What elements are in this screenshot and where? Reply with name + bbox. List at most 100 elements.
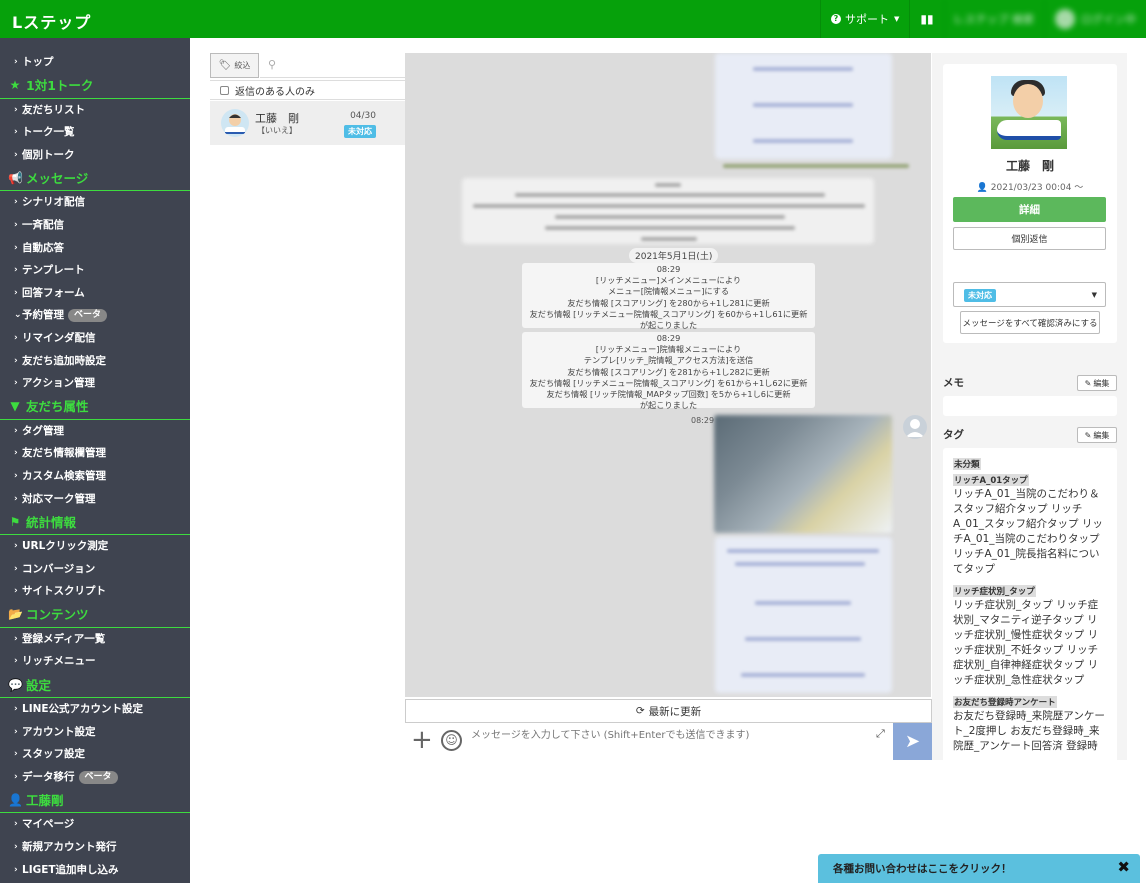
expand-icon[interactable]: ⤢ — [876, 727, 885, 741]
status-select[interactable]: 未対応 ▼ — [953, 282, 1106, 307]
send-button[interactable]: ➤ — [893, 723, 932, 760]
friend-last-date: 04/30 — [350, 111, 376, 121]
tag-category: リッチA_01タップ — [953, 474, 1029, 486]
sidebar-item[interactable]: › タグ管理 — [0, 420, 190, 443]
chevron-right-icon: › — [14, 749, 18, 760]
account-switch[interactable]: L-ステップ 検索 — [943, 0, 1044, 38]
tag-icon: 🏷 — [218, 60, 232, 71]
sidebar-item[interactable]: › 友だちリスト — [0, 99, 190, 122]
sidebar-item[interactable]: › LINE公式アカウント設定 — [0, 698, 190, 721]
sidebar-item[interactable]: › 回答フォーム — [0, 282, 190, 305]
system-message-line: 友だち情報 [スコアリング] を280から+1し281に更新 — [567, 297, 770, 308]
system-message-line: [リッチメニュー]院情報メニューにより — [595, 344, 742, 355]
account-label: L-ステップ 検索 — [954, 13, 1034, 26]
chevron-right-icon: › — [14, 355, 18, 366]
chevron-right-icon: › — [14, 287, 18, 298]
chat-area[interactable]: 2021年5月1日(土) 08:29 [リッチメニュー]メインメニューにより メニュ… — [405, 53, 931, 697]
registered-date-text: 2021/03/23 00:04 〜 — [990, 183, 1084, 193]
sidebar-item[interactable]: › スタッフ設定 — [0, 743, 190, 766]
sidebar-item[interactable]: ⌄ 予約管理 ベータ — [0, 304, 190, 327]
chevron-right-icon: › — [14, 633, 18, 644]
chevron-right-icon: › — [14, 104, 18, 115]
tag-list: リッチ症状別_タップ リッチ症状別_マタニティ逆子タップ リッチ症状別_慢性症状… — [953, 599, 1099, 686]
system-message-line: 友だち情報 [スコアリング] を281から+1し282に更新 — [567, 366, 770, 377]
sidebar-item-label: スタッフ設定 — [22, 748, 85, 761]
sidebar-item[interactable]: › URLクリック測定 — [0, 535, 190, 558]
sidebar-item[interactable]: › カスタム検索管理 — [0, 465, 190, 488]
section-icon: ▼ — [10, 399, 20, 414]
memo-edit-button[interactable]: ✎ 編集 — [1077, 375, 1117, 391]
refresh-button[interactable]: ⟳ 最新に更新 — [405, 699, 932, 723]
chevron-right-icon: › — [14, 242, 18, 253]
sidebar-item-label: 友だち属性 — [26, 399, 89, 415]
sidebar-item-label: テンプレート — [22, 264, 85, 277]
sidebar-item[interactable]: › 友だち情報欄管理 — [0, 442, 190, 465]
close-icon[interactable]: ✖ — [1117, 858, 1130, 876]
app-logo[interactable]: Lステップ — [12, 9, 91, 33]
user-label: ログイン中 — [1081, 13, 1136, 26]
sidebar-item[interactable]: › LIGET追加申し込み — [0, 859, 190, 882]
sidebar-item[interactable]: › シナリオ配信 — [0, 191, 190, 214]
user-menu[interactable]: ログイン中 — [1044, 0, 1146, 38]
detail-button[interactable]: 詳細 — [953, 197, 1106, 222]
sidebar-item[interactable]: › トーク一覧 — [0, 121, 190, 144]
system-message-line: が起こりました — [639, 320, 698, 331]
system-message-line: [リッチメニュー]メインメニューにより — [595, 275, 742, 286]
emoji-icon[interactable]: ☺ — [441, 730, 462, 751]
sidebar-item[interactable]: › 自動応答 — [0, 237, 190, 260]
section-icon: 📂 — [8, 607, 23, 622]
sidebar: › トップ ★ 1対1トーク › 友だちリスト › トーク一覧 › 個別トーク 📢 メッセージ › シナリ… — [0, 38, 190, 883]
sidebar-item[interactable]: › リマインダ配信 — [0, 327, 190, 350]
sidebar-item[interactable]: › コンバージョン — [0, 558, 190, 581]
sidebar-item-label: アカウント設定 — [22, 725, 96, 738]
search-input[interactable]: ⚲ — [260, 53, 405, 78]
reply-only-filter[interactable]: 返信のある人のみ — [210, 80, 405, 100]
blurred-text — [545, 226, 795, 230]
tag-edit-button[interactable]: ✎ 編集 — [1077, 427, 1117, 443]
mark-all-read-button[interactable]: メッセージをすべて確認済みにする — [960, 311, 1100, 334]
system-message-line: 友だち情報 [リッチ院情報_MAPタップ回数] を5から+1し6に更新 — [546, 389, 791, 400]
stats-button[interactable]: ▮▮ — [909, 0, 943, 38]
sidebar-item[interactable]: › リッチメニュー — [0, 650, 190, 673]
sidebar-item-label: コンテンツ — [26, 607, 89, 623]
list-item[interactable]: 工藤 剛 【いいえ】 04/30 未対応 — [210, 101, 405, 145]
memo-title: メモ — [943, 377, 964, 389]
support-menu[interactable]: ? サポート ▼ — [819, 0, 909, 38]
sidebar-item[interactable]: › 新規アカウント発行 — [0, 836, 190, 859]
sidebar-item[interactable]: › 登録メディア一覧 — [0, 628, 190, 651]
edit-icon: ✎ — [1084, 430, 1092, 440]
sidebar-item[interactable]: › サイトスクリプト — [0, 580, 190, 603]
sidebar-item[interactable]: › テンプレート — [0, 259, 190, 282]
help-bar[interactable]: 各種お問い合わせはここをクリック！ ✖ — [818, 854, 1140, 883]
tag-list: リッチA_01_当院のこだわり＆スタッフ紹介タップ リッチA_01_スタッフ紹介… — [953, 488, 1103, 575]
sidebar-item[interactable]: › アクション管理 — [0, 372, 190, 395]
sidebar-item[interactable]: › 個別トーク — [0, 144, 190, 167]
friend-list-panel: 🏷 絞込 ⚲ 返信のある人のみ 工藤 剛 【いいえ】 04/30 未対応 — [210, 53, 405, 145]
system-message-line: 08:29 — [656, 264, 681, 274]
sidebar-item[interactable]: › マイページ — [0, 813, 190, 836]
reply-only-checkbox[interactable] — [220, 85, 229, 95]
message-input[interactable] — [467, 723, 895, 760]
sidebar-item[interactable]: › 一斉配信 — [0, 214, 190, 237]
caret-down-icon: ▼ — [1091, 291, 1097, 299]
date-separator: 2021年5月1日(土) — [629, 248, 719, 263]
sidebar-section-header: 📢 メッセージ — [0, 166, 190, 192]
search-icon: ⚲ — [268, 58, 277, 71]
system-message-line: 友だち情報 [リッチメニュー院情報_スコアリング] を60から+1し61に更新 — [529, 308, 808, 319]
sidebar-item[interactable]: › 友だち追加時設定 — [0, 350, 190, 373]
sidebar-item-label: 統計情報 — [26, 514, 77, 530]
sidebar-item[interactable]: › トップ — [0, 51, 190, 74]
sidebar-item[interactable]: › アカウント設定 — [0, 721, 190, 744]
memo-box — [943, 396, 1117, 416]
tag-filter-button[interactable]: 🏷 絞込 — [210, 53, 259, 78]
sidebar-item-label: メッセージ — [26, 170, 89, 186]
sidebar-item[interactable]: › データ移行 ベータ — [0, 766, 190, 789]
individual-reply-button[interactable]: 個別返信 — [953, 227, 1106, 250]
chevron-right-icon: › — [14, 771, 18, 782]
sidebar-item-label: 回答フォーム — [22, 286, 85, 299]
image-message[interactable] — [714, 415, 892, 533]
sidebar-item[interactable]: › 対応マーク管理 — [0, 488, 190, 511]
system-message-line: テンプレ[リッチ_院情報_アクセス方法]を送信 — [583, 355, 754, 366]
plus-icon[interactable]: + — [411, 727, 433, 753]
chevron-right-icon: › — [14, 448, 18, 459]
